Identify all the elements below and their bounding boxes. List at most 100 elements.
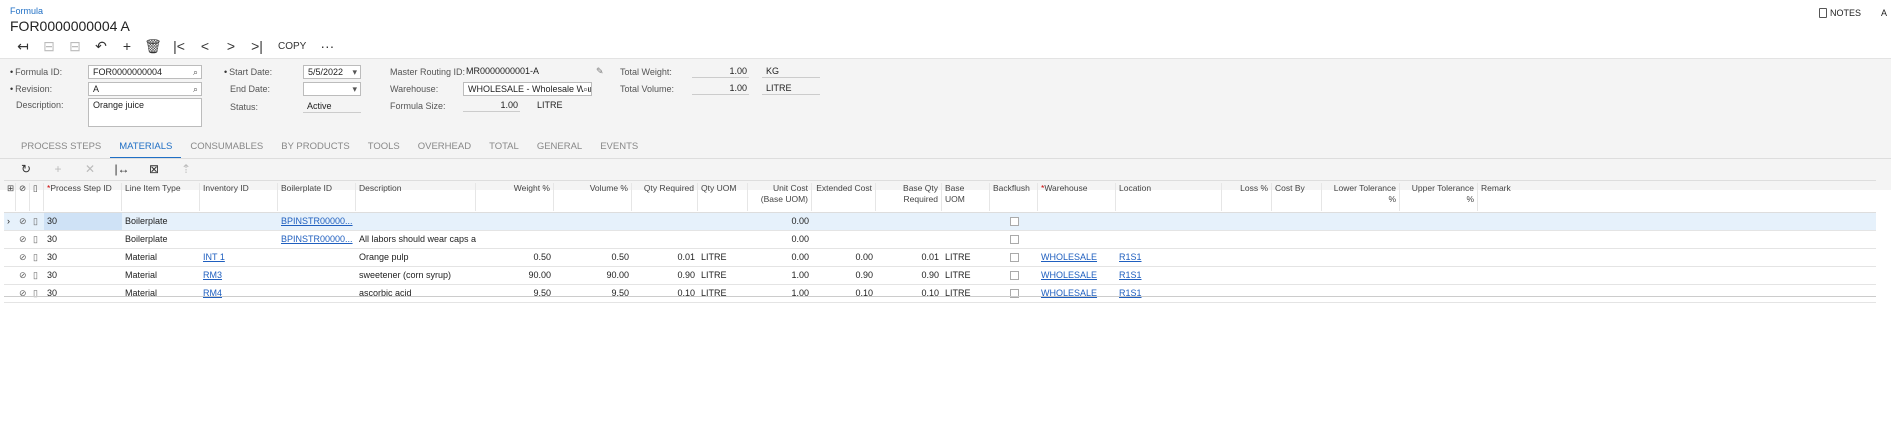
cell-extended-cost[interactable] — [812, 213, 876, 230]
col-inventory-id[interactable]: Inventory ID — [200, 183, 278, 211]
col-warehouse[interactable]: *Warehouse — [1038, 183, 1116, 211]
description-field[interactable]: Orange juice — [88, 98, 202, 127]
cell-unit-cost[interactable]: 1.00 — [748, 285, 812, 302]
tab-events[interactable]: EVENTS — [591, 137, 647, 159]
row-selector-icon[interactable]: › — [4, 213, 16, 230]
tab-overhead[interactable]: OVERHEAD — [409, 137, 480, 159]
cell-extended-cost[interactable]: 0.00 — [812, 249, 876, 266]
cell-boilerplate-id[interactable] — [278, 267, 356, 284]
col-extended-cost[interactable]: Extended Cost — [812, 183, 876, 211]
attachment-icon[interactable]: ⊘ — [16, 285, 30, 302]
notes-button[interactable]: NOTES — [1818, 8, 1861, 18]
table-row[interactable]: ⊘ ▯ 30 Boilerplate BPINSTR00000... All labors… — [4, 231, 1876, 249]
row-selector-icon[interactable] — [4, 267, 16, 284]
cell-link[interactable]: RM3 — [203, 270, 222, 280]
cell-process-step[interactable]: 30 — [44, 285, 122, 302]
search-icon[interactable]: ⌕ — [582, 83, 588, 95]
cell-base-qty-required[interactable] — [876, 213, 942, 230]
cell-volume-pct[interactable] — [554, 213, 632, 230]
fit-columns-icon[interactable]: |↔ — [106, 160, 138, 178]
cell-line-item-type[interactable]: Boilerplate — [122, 213, 200, 230]
add-icon[interactable]: + — [114, 36, 140, 56]
cell-description[interactable]: Orange pulp — [356, 249, 476, 266]
tab-consumables[interactable]: CONSUMABLES — [181, 137, 272, 159]
chevron-down-icon[interactable]: ▾ — [352, 83, 357, 95]
backflush-checkbox-cell[interactable] — [990, 231, 1038, 248]
cell-warehouse[interactable] — [1038, 231, 1116, 248]
backflush-checkbox[interactable] — [1009, 253, 1019, 263]
col-loss-pct[interactable]: Loss % — [1222, 183, 1272, 211]
cell-description[interactable]: All labors should wear caps a... — [356, 231, 476, 248]
cell-location[interactable]: R1S1 — [1116, 267, 1222, 284]
cell-link[interactable]: WHOLESALE — [1041, 252, 1097, 262]
backflush-checkbox-cell[interactable] — [990, 267, 1038, 284]
export-excel-icon[interactable]: ⊠ — [138, 160, 170, 178]
cell-line-item-type[interactable]: Boilerplate — [122, 231, 200, 248]
tab-by-products[interactable]: BY PRODUCTS — [272, 137, 358, 159]
col-qty-required[interactable]: Qty Required — [632, 183, 698, 211]
backflush-checkbox-cell[interactable] — [990, 213, 1038, 230]
backflush-checkbox[interactable] — [1009, 235, 1019, 245]
col-base-uom[interactable]: Base UOM — [942, 183, 990, 211]
cell-line-item-type[interactable]: Material — [122, 249, 200, 266]
undo-icon[interactable]: ↶ — [88, 36, 114, 56]
end-date-field[interactable]: ▾ — [303, 82, 361, 96]
cell-link[interactable]: WHOLESALE — [1041, 270, 1097, 280]
cell-warehouse[interactable]: WHOLESALE — [1038, 285, 1116, 302]
backflush-checkbox-cell[interactable] — [990, 285, 1038, 302]
search-icon[interactable]: ⌕ — [193, 83, 198, 95]
cell-boilerplate-id[interactable] — [278, 249, 356, 266]
cell-link[interactable]: BPINSTR00000... — [281, 234, 353, 244]
cell-boilerplate-id[interactable]: BPINSTR00000... — [278, 213, 356, 230]
first-record-icon[interactable]: |< — [166, 36, 192, 56]
col-boilerplate-id[interactable]: Boilerplate ID — [278, 183, 356, 211]
cell-link[interactable]: R1S1 — [1119, 252, 1142, 262]
cell-base-uom[interactable] — [942, 231, 990, 248]
cell-weight-pct[interactable] — [476, 213, 554, 230]
cell-base-uom[interactable]: LITRE — [942, 249, 990, 266]
cell-weight-pct[interactable]: 0.50 — [476, 249, 554, 266]
row-selector-icon[interactable] — [4, 249, 16, 266]
cell-inventory-id[interactable] — [200, 213, 278, 230]
backflush-checkbox-cell[interactable] — [990, 249, 1038, 266]
add-row-icon[interactable]: + — [42, 160, 74, 178]
cell-description[interactable]: sweetener (corn syrup) — [356, 267, 476, 284]
cell-qty-uom[interactable]: LITRE — [698, 249, 748, 266]
revision-field[interactable]: A ⌕ — [88, 82, 202, 96]
chevron-down-icon[interactable]: ▾ — [352, 66, 357, 78]
tab-general[interactable]: GENERAL — [528, 137, 591, 159]
col-upper-tolerance[interactable]: Upper Tolerance % — [1400, 183, 1478, 211]
cell-line-item-type[interactable]: Material — [122, 285, 200, 302]
cell-qty-required[interactable]: 0.01 — [632, 249, 698, 266]
breadcrumb[interactable]: Formula — [10, 6, 43, 16]
attachment-icon[interactable]: ⊘ — [16, 231, 30, 248]
cell-volume-pct[interactable]: 90.00 — [554, 267, 632, 284]
backflush-checkbox[interactable] — [1009, 271, 1019, 281]
cell-qty-uom[interactable]: LITRE — [698, 267, 748, 284]
table-row[interactable]: ⊘ ▯ 30 Material RM4 ascorbic acid 9.50 9.50 0.10… — [4, 285, 1876, 303]
cell-location[interactable] — [1116, 213, 1222, 230]
previous-record-icon[interactable]: < — [192, 36, 218, 56]
attachment-icon[interactable]: ⊘ — [16, 249, 30, 266]
cell-unit-cost[interactable]: 0.00 — [748, 249, 812, 266]
cell-weight-pct[interactable] — [476, 231, 554, 248]
col-description[interactable]: Description — [356, 183, 476, 211]
cell-qty-required[interactable] — [632, 213, 698, 230]
cell-qty-uom[interactable] — [698, 231, 748, 248]
cell-process-step[interactable]: 30 — [44, 213, 122, 230]
start-date-field[interactable]: 5/5/2022 ▾ — [303, 65, 361, 79]
row-selector-icon[interactable] — [4, 231, 16, 248]
cell-inventory-id[interactable]: RM4 — [200, 285, 278, 302]
delete-row-icon[interactable]: ✕ — [74, 160, 106, 178]
copy-button[interactable]: COPY — [270, 36, 314, 56]
col-remark[interactable]: Remark — [1478, 183, 1558, 211]
cell-line-item-type[interactable]: Material — [122, 267, 200, 284]
cell-unit-cost[interactable]: 0.00 — [748, 213, 812, 230]
attachment-icon[interactable]: ⊘ — [16, 267, 30, 284]
cell-base-uom[interactable]: LITRE — [942, 267, 990, 284]
cell-process-step[interactable]: 30 — [44, 267, 122, 284]
next-record-icon[interactable]: > — [218, 36, 244, 56]
cell-volume-pct[interactable]: 9.50 — [554, 285, 632, 302]
search-icon[interactable]: ⌕ — [193, 66, 198, 78]
cell-boilerplate-id[interactable]: BPINSTR00000... — [278, 231, 356, 248]
